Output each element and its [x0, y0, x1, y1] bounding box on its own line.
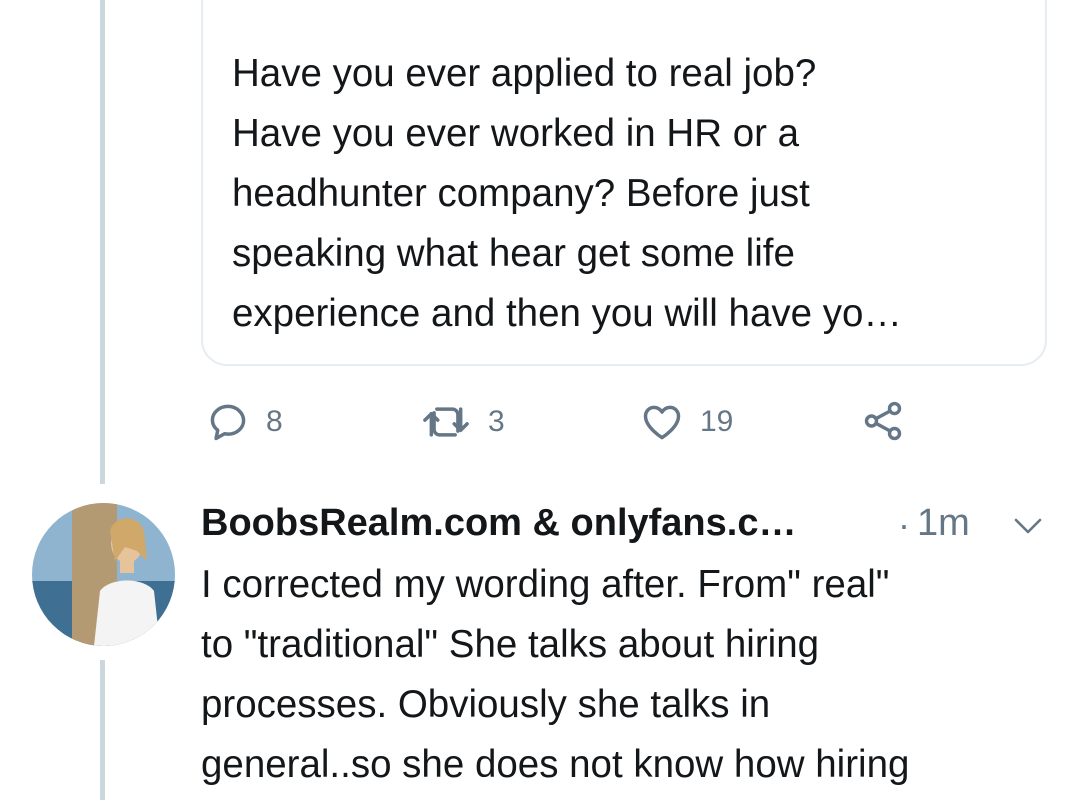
share-icon: [860, 398, 906, 444]
heart-icon: [640, 400, 684, 444]
separator-dot: ·: [898, 504, 910, 545]
chevron-down-icon[interactable]: [1013, 516, 1043, 541]
reply-count: 8: [266, 405, 283, 438]
reply-icon: [206, 400, 250, 444]
author-name[interactable]: BoobsRealm.com & onlyfans.c…: [201, 502, 796, 545]
retweet-button[interactable]: 3: [420, 400, 505, 444]
like-count: 19: [700, 405, 734, 438]
retweet-icon: [420, 400, 472, 444]
reply-tweet-text: I corrected my wording after. From" real…: [201, 563, 910, 786]
tweet-actions-bar: 8 3 19: [0, 392, 1080, 452]
quoted-tweet-text: Have you ever applied to real job? Have …: [232, 52, 902, 335]
like-button[interactable]: 19: [640, 400, 733, 444]
thread-line-bottom: [100, 660, 105, 800]
tweet-timestamp[interactable]: 1m: [917, 502, 970, 545]
reply-button[interactable]: 8: [206, 400, 283, 444]
retweet-count: 3: [488, 405, 505, 438]
reply-tweet-header: BoobsRealm.com & onlyfans.c… · 1m: [201, 500, 1051, 554]
share-button[interactable]: [860, 398, 906, 444]
author-avatar[interactable]: [32, 503, 175, 646]
